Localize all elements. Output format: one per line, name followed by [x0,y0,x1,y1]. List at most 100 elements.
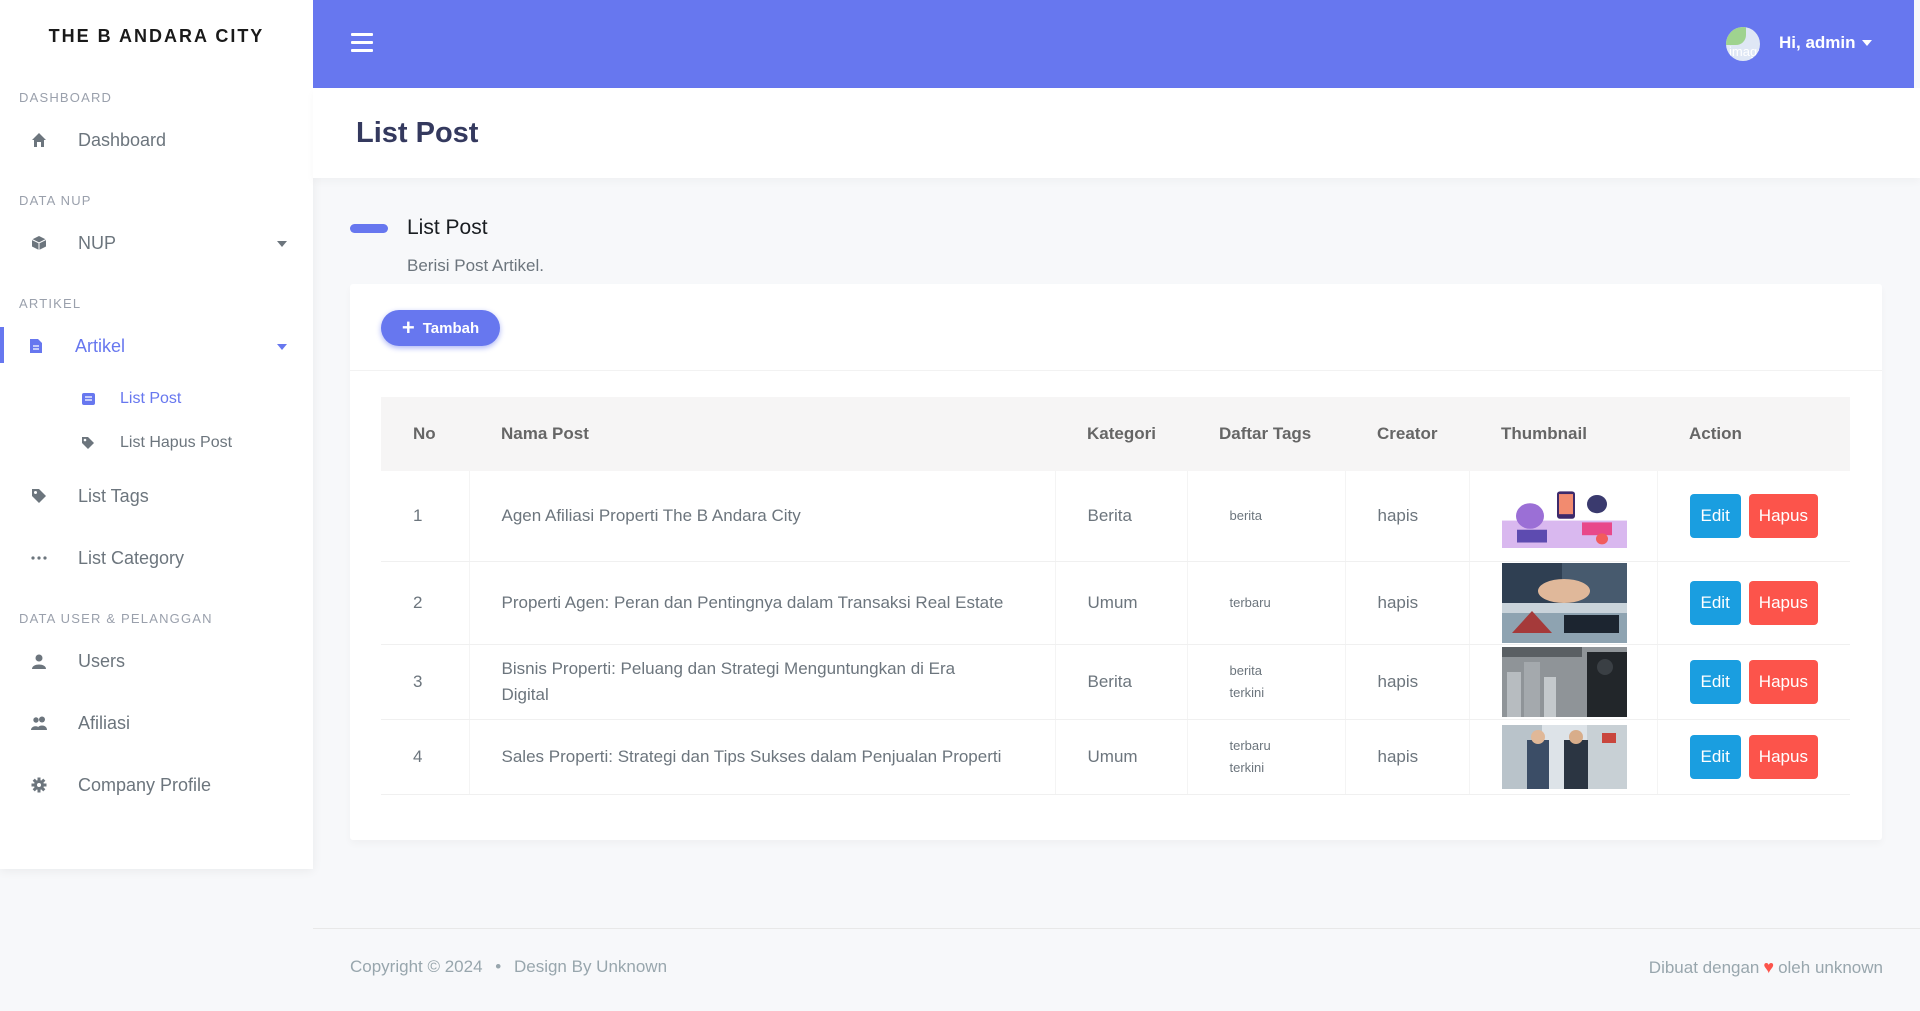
avatar-alt-text: image [1729,44,1760,59]
cell-thumbnail [1469,644,1658,720]
user-dropdown[interactable]: Hi, admin [1779,33,1872,53]
sidebar-item-list-category[interactable]: List Category [0,527,313,589]
sidebar-item-company-profile[interactable]: Company Profile [0,754,313,816]
edit-button[interactable]: Edit [1689,580,1741,625]
cube-icon [30,234,48,252]
sidebar-item-nup[interactable]: NUP [0,212,313,274]
cell-category: Umum [1055,561,1188,645]
table-header-row: No Nama Post Kategori Daftar Tags Creato… [381,397,1850,471]
thumbnail-image [1501,646,1627,717]
table-row: 4 Sales Properti: Strategi dan Tips Suks… [381,719,1850,795]
footer-right: Dibuat dengan ♥ oleh unknown [1649,957,1883,978]
footer-bullet: • [495,957,502,976]
menu-toggle-icon[interactable] [351,33,373,53]
brand-logo[interactable]: THE B ANDARA CITY [0,0,313,72]
user-icon [30,652,48,670]
edit-button[interactable]: Edit [1689,493,1741,538]
sidebar-item-artikel[interactable]: Artikel [0,315,313,377]
ellipsis-icon [30,549,48,567]
users-icon [30,714,48,732]
gear-icon [30,776,48,794]
column-header-nama-post: Nama Post [469,397,1055,471]
sidebar-item-label: List Tags [78,485,149,506]
sidebar-section-title: DATA NUP [19,193,92,208]
sidebar-subitem-list-post[interactable]: List Post [0,377,313,421]
delete-button[interactable]: Hapus [1748,734,1818,779]
sidebar-item-label: Company Profile [78,774,212,795]
avatar[interactable]: image [1726,27,1760,61]
table-row: 3 Bisnis Properti: Peluang dan Strategi … [381,644,1850,720]
cell-actions: Edit Hapus [1657,719,1850,795]
made-with-text: Dibuat dengan [1648,957,1760,977]
delete-button[interactable]: Hapus [1748,580,1818,625]
tag-icon [80,436,96,450]
footer-left: Copyright © 2024 • Design By Unknown [350,957,667,977]
section-accent-bar [350,224,388,233]
column-header-kategori: Kategori [1055,397,1187,471]
sidebar-item-users[interactable]: Users [0,630,313,692]
sidebar-subitem-list-hapus-post[interactable]: List Hapus Post [0,421,313,465]
tag-label: terbaru [1229,594,1271,610]
section-description: Berisi Post Artikel. [407,256,544,275]
tag-label: berita [1229,662,1263,678]
sidebar-subitem-label: List Post [120,390,182,407]
tag-label: berita [1229,507,1263,523]
cell-tags: terbaru terkini [1187,719,1346,795]
cell-category: Berita [1055,471,1188,562]
tag-label: terkini [1229,759,1265,775]
sidebar-item-list-tags[interactable]: List Tags [0,465,313,527]
sidebar-subitem-label: List Hapus Post [120,434,233,451]
sidebar-item-label: NUP [78,232,117,253]
edit-button[interactable]: Edit [1689,734,1741,779]
delete-button[interactable]: Hapus [1748,659,1818,704]
post-table: No Nama Post Kategori Daftar Tags Creato… [381,397,1850,795]
chevron-down-icon [1861,40,1872,46]
column-header-thumbnail: Thumbnail [1469,397,1657,471]
design-credit[interactable]: Design By Unknown [514,957,667,976]
sidebar-item-label: Artikel [75,335,126,356]
cell-category: Berita [1055,644,1188,720]
tag-label: terkini [1229,684,1265,700]
cell-creator: hapis [1345,471,1470,562]
chevron-down-icon [277,241,287,247]
sidebar: THE B ANDARA CITY DASHBOARD Dashboard DA… [0,0,313,869]
sidebar-item-afiliasi[interactable]: Afiliasi [0,692,313,754]
tag-icon [30,487,48,505]
sidebar-item-label: Dashboard [78,129,167,150]
sidebar-section-title: DATA USER & PELANGGAN [19,611,213,626]
column-header-action: Action [1657,397,1850,471]
cell-creator: hapis [1345,644,1470,720]
plus-icon: + [401,315,415,340]
cell-post-name: Bisnis Properti: Peluang dan Strategi Me… [469,644,1056,720]
cell-actions: Edit Hapus [1657,644,1850,720]
thumbnail-image [1501,724,1627,789]
column-header-creator: Creator [1345,397,1469,471]
heart-icon: ♥ [1763,957,1775,977]
home-icon [30,131,48,149]
sidebar-item-label: List Category [78,547,185,568]
sidebar-item-label: Users [78,650,126,671]
cell-no: 1 [381,471,470,562]
cell-tags: berita terkini [1187,644,1346,720]
add-button-label: Tambah [422,319,480,337]
page-title: List Post [356,117,479,149]
cell-post-name: Sales Properti: Strategi dan Tips Sukses… [469,719,1056,795]
cell-thumbnail [1469,471,1658,562]
tag-label: terbaru [1229,737,1271,753]
footer: Copyright © 2024 • Design By Unknown Dib… [313,928,1920,1011]
delete-button[interactable]: Hapus [1748,493,1818,538]
cell-actions: Edit Hapus [1657,471,1850,562]
sidebar-item-dashboard[interactable]: Dashboard [0,109,313,171]
table-row: 1 Agen Afiliasi Properti The B Andara Ci… [381,471,1850,562]
column-header-no: No [381,397,469,471]
list-icon [80,393,96,405]
cell-post-name: Agen Afiliasi Properti The B Andara City [469,471,1056,562]
add-post-button[interactable]: + Tambah [381,310,500,346]
card-header: + Tambah [350,284,1882,371]
edit-button[interactable]: Edit [1689,659,1741,704]
cell-creator: hapis [1345,561,1470,645]
topbar: image Hi, admin [313,0,1914,88]
page-header: List Post [313,88,1920,178]
cell-no: 4 [381,719,470,795]
post-card: + Tambah No Nama Post Kategori Daftar Ta… [350,284,1882,840]
